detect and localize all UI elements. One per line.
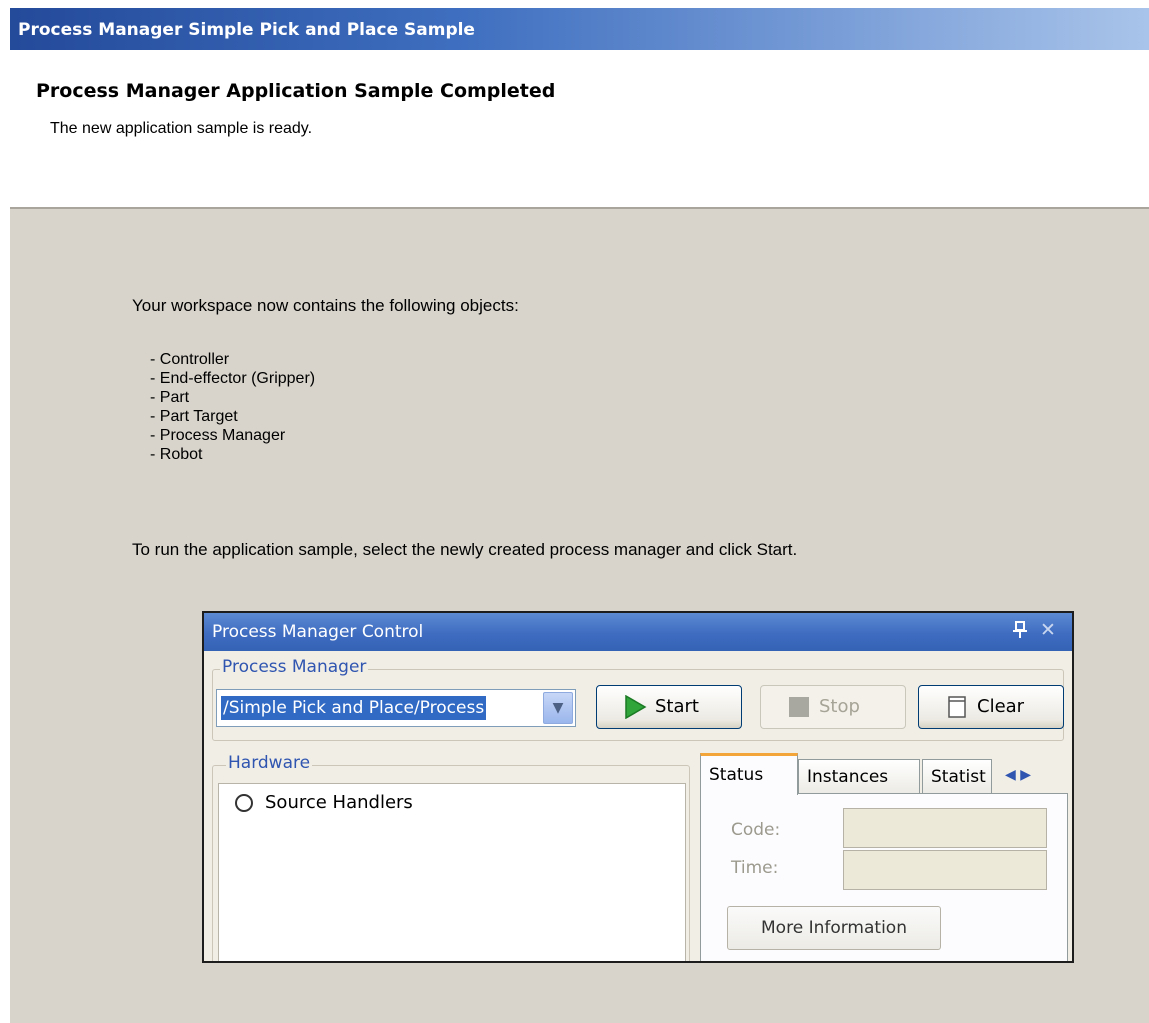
- close-icon: ✕: [1040, 619, 1056, 641]
- process-select: /Simple Pick and Place/Process ▼: [216, 689, 576, 727]
- start-button: Start: [596, 685, 742, 729]
- run-instructions: To run the application sample, select th…: [132, 540, 798, 559]
- list-item: - End-effector (Gripper): [150, 370, 316, 387]
- window-title-bar[interactable]: Process Manager Simple Pick and Place Sa…: [10, 8, 1149, 50]
- list-item: - Part Target: [150, 408, 238, 425]
- process-select-value: /Simple Pick and Place/Process: [221, 696, 487, 720]
- code-label: Code:: [731, 820, 781, 840]
- code-field: [843, 808, 1047, 848]
- page-title: Process Manager Application Sample Compl…: [36, 80, 556, 102]
- process-manager-control-illustration: Process Manager Control ✕ Process Manage…: [202, 611, 1074, 963]
- document-icon: [945, 695, 969, 719]
- stop-button: Stop: [760, 685, 906, 729]
- tab-scroll-arrows-icon: ◀ ▶: [1005, 767, 1031, 783]
- status-tab-panel: Code: Time: More Information: [700, 793, 1068, 961]
- radio-icon: [235, 794, 253, 812]
- list-item: - Process Manager: [150, 427, 286, 444]
- intro-text: Your workspace now contains the followin…: [132, 296, 519, 315]
- objects-list: - Controller - End-effector (Gripper) - …: [150, 350, 315, 464]
- time-label: Time:: [731, 858, 779, 878]
- list-item: - Controller: [150, 351, 230, 368]
- play-icon: [623, 694, 647, 720]
- start-button-label: Start: [655, 696, 699, 717]
- header-panel: Process Manager Application Sample Compl…: [10, 50, 1149, 209]
- list-item: - Part: [150, 389, 190, 406]
- hardware-list: Source Handlers: [218, 783, 686, 961]
- tab-statistics: Statist: [922, 759, 992, 793]
- more-information-button: More Information: [727, 906, 941, 950]
- hardware-label: Hardware: [226, 753, 313, 773]
- clear-button: Clear: [918, 685, 1064, 729]
- wizard-window: Process Manager Simple Pick and Place Sa…: [10, 8, 1149, 1023]
- clear-button-label: Clear: [977, 696, 1025, 717]
- pm-group-label: Process Manager: [220, 657, 369, 677]
- pm-title-bar: Process Manager Control ✕: [204, 613, 1072, 651]
- stop-button-label: Stop: [819, 696, 860, 717]
- chevron-down-icon: ▼: [543, 692, 573, 724]
- tab-instances: Instances: [798, 759, 920, 793]
- tab-status: Status: [700, 753, 798, 795]
- time-field: [843, 850, 1047, 890]
- pin-icon: [1012, 621, 1028, 644]
- page-subtitle: The new application sample is ready.: [50, 120, 313, 137]
- window-title: Process Manager Simple Pick and Place Sa…: [18, 20, 475, 40]
- hardware-item-label: Source Handlers: [265, 792, 413, 813]
- stop-icon: [787, 695, 811, 719]
- pm-title: Process Manager Control: [212, 622, 424, 642]
- list-item: - Robot: [150, 446, 203, 463]
